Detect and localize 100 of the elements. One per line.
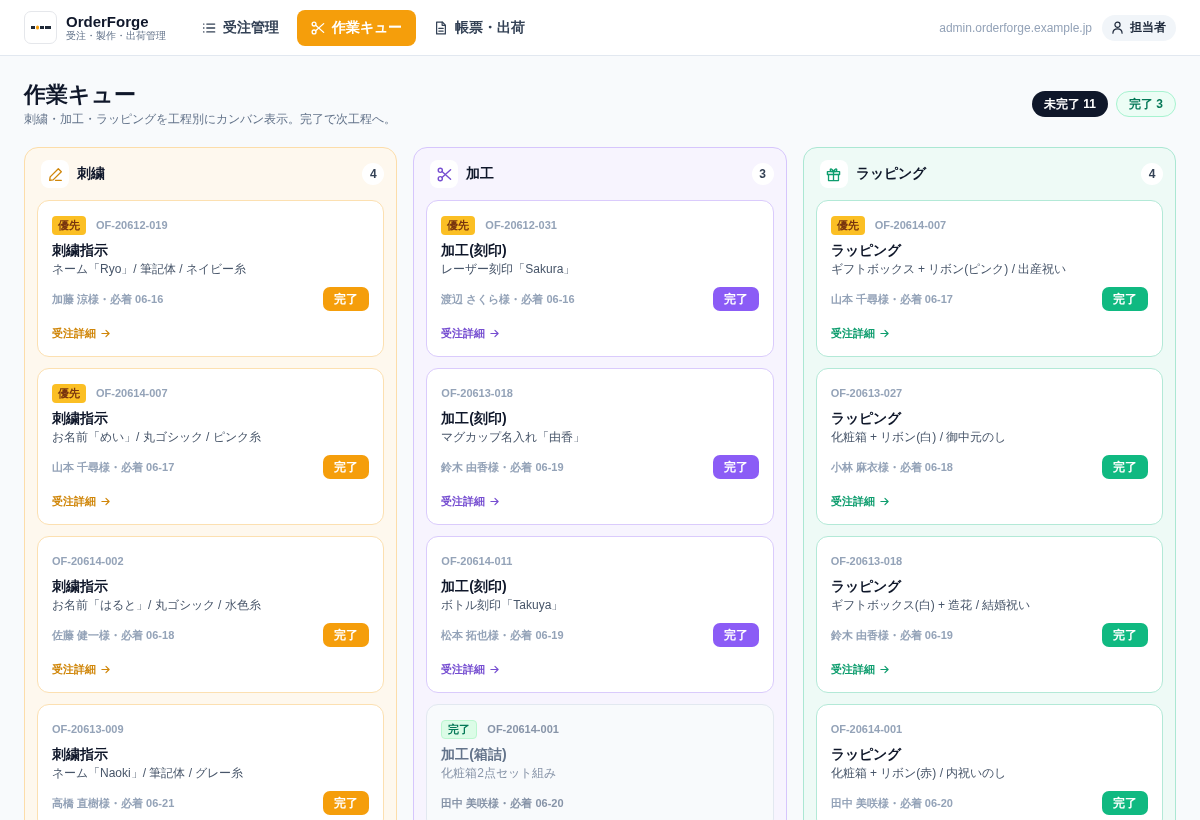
complete-button[interactable]: 完了 [1102,623,1148,647]
complete-button[interactable]: 完了 [323,287,370,311]
customer-due-text: 鈴木 由香様・必着 06-19 [441,459,564,475]
arrow-right-icon [879,664,889,674]
order-id: OF-20614-007 [96,387,168,399]
gift-icon [819,160,848,188]
page-subtitle: 刺繍・加工・ラッピングを工程別にカンバン表示。完了で次工程へ。 [24,111,396,127]
task-detail: 化粧箱2点セット組み [441,765,557,782]
complete-button[interactable]: 完了 [1102,791,1148,815]
task-detail: ネーム「Ryo」/ 筆記体 / ネイビー糸 [52,261,247,278]
task-detail: ボトル刻印「Takuya」 [441,597,565,614]
nav-tab[interactable]: 受注管理 [188,9,293,46]
task-title: ラッピング [830,745,903,764]
page-title: 作業キュー [24,81,137,109]
user-button[interactable]: 担当者 [1102,14,1176,41]
order-id: OF-20612-031 [485,219,557,231]
column-title: ラッピング [855,165,926,183]
document-icon [434,20,448,35]
order-detail-link[interactable]: 受注詳細 [52,493,110,509]
arrow-right-icon [101,496,110,506]
arrow-right-icon [879,496,889,506]
order-id: OF-20614-001 [830,723,903,735]
task-detail: レーザー刻印「Sakura」 [441,261,577,278]
task-title: 刺繍指示 [52,745,109,764]
arrow-right-icon [490,664,500,674]
list-icon [202,20,216,35]
app-subtitle: 受注・製作・出荷管理 [66,30,166,41]
customer-due-text: 松本 拓也様・必着 06-19 [441,627,564,643]
priority-badge: 優先 [52,215,86,235]
scissors-icon [311,20,325,35]
customer-due-text: 加藤 涼様・必着 06-16 [52,291,164,307]
order-detail-link[interactable]: 受注詳細 [52,325,110,341]
arrow-right-icon [490,328,500,338]
task-title: 加工(箱詰) [441,745,508,764]
order-id: OF-20613-018 [441,387,513,399]
order-detail-link[interactable]: 受注詳細 [52,661,110,677]
order-id: OF-20613-018 [830,555,903,567]
column-title: 刺繍 [77,165,105,183]
order-detail-link[interactable]: 受注詳細 [830,661,889,677]
customer-due-text: 田中 美咲様・必着 06-20 [830,795,953,811]
domain-text: admin.orderforge.example.jp [939,20,1092,35]
customer-due-text: 佐藤 健一様・必着 06-18 [52,627,175,643]
order-detail-link[interactable]: 受注詳細 [441,325,500,341]
complete-button[interactable]: 完了 [712,623,759,647]
task-title: 刺繍指示 [52,409,109,428]
complete-button[interactable]: 完了 [323,455,370,479]
task-detail: ギフトボックス + リボン(ピンク) / 出産祝い [830,261,1068,278]
count-badge: 3 [751,163,774,185]
nav-tab[interactable]: 帳票・出荷 [420,9,539,46]
complete-button[interactable]: 完了 [1102,455,1148,479]
order-id: OF-20612-019 [96,219,168,231]
customer-due-text: 鈴木 由香様・必着 06-19 [830,627,953,643]
task-detail: お名前「めい」/ 丸ゴシック / ピンク糸 [52,429,262,446]
done-badge: 完了 [441,719,478,739]
complete-button[interactable]: 完了 [712,287,759,311]
complete-button[interactable]: 完了 [1102,287,1148,311]
order-id: OF-20614-007 [874,219,947,231]
task-title: ラッピング [830,241,903,260]
priority-badge: 優先 [441,215,476,235]
complete-button[interactable]: 完了 [712,455,759,479]
task-title: 刺繍指示 [52,241,109,260]
complete-button[interactable]: 完了 [323,623,370,647]
task-title: 加工(刻印) [441,241,508,260]
customer-due-text: 高橋 直樹様・必着 06-21 [52,795,175,811]
priority-badge: 優先 [52,383,86,403]
status-pill: 完了 3 [1116,91,1176,117]
complete-button[interactable]: 完了 [323,791,370,815]
order-detail-link[interactable]: 受注詳細 [441,493,500,509]
status-pill: 未完了 11 [1031,91,1108,117]
task-detail: ネーム「Naoki」/ 筆記体 / グレー糸 [52,765,245,782]
task-title: ラッピング [830,409,903,428]
task-detail: ギフトボックス(白) + 造花 / 結婚祝い [830,597,1032,614]
customer-due-text: 小林 麻衣様・必着 06-18 [830,459,953,475]
customer-due-text: 山本 千尋様・必着 06-17 [52,459,175,475]
task-detail: マグカップ名入れ「由香」 [441,429,587,446]
task-title: 刺繍指示 [52,577,109,596]
arrow-right-icon [490,496,500,506]
task-detail: 化粧箱 + リボン(白) / 御中元のし [830,429,1008,446]
arrow-right-icon [101,328,110,338]
arrow-right-icon [101,664,110,674]
order-id: OF-20614-011 [441,555,513,567]
order-detail-link[interactable]: 受注詳細 [830,325,889,341]
task-detail: お名前「はると」/ 丸ゴシック / 水色糸 [52,597,262,614]
order-detail-link[interactable]: 受注詳細 [441,661,500,677]
task-title: 加工(刻印) [441,577,508,596]
customer-due-text: 田中 美咲様・必着 06-20 [441,795,564,811]
order-detail-link[interactable]: 受注詳細 [830,493,889,509]
count-badge: 4 [362,163,385,185]
column-title: 加工 [466,165,495,183]
priority-badge: 優先 [830,215,865,235]
task-title: ラッピング [830,577,903,596]
customer-due-text: 渡辺 さくら様・必着 06-16 [441,291,575,307]
nav-tab[interactable]: 作業キュー [297,9,416,46]
count-badge: 4 [1141,163,1163,185]
scissors-icon [430,160,459,188]
order-id: OF-20613-009 [52,723,124,735]
task-detail: 化粧箱 + リボン(赤) / 内祝いのし [830,765,1008,782]
customer-due-text: 山本 千尋様・必着 06-17 [830,291,953,307]
app-name: OrderForge [66,14,150,30]
order-id: OF-20614-002 [52,555,124,567]
